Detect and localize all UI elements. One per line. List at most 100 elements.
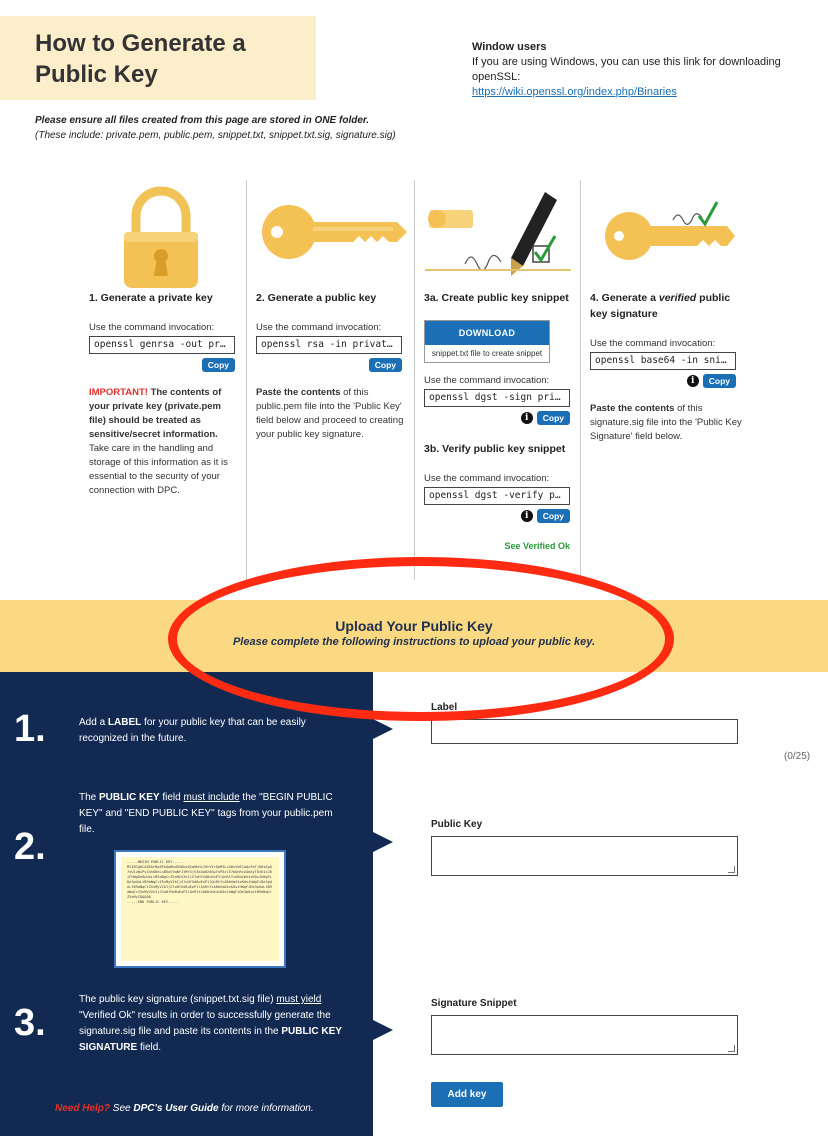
important-label: IMPORTANT! [89, 387, 148, 398]
signature-pen-icon [415, 180, 580, 290]
step-4-command-field[interactable]: openssl base64 -in snippet.txt.sig -out … [590, 352, 736, 370]
info-icon[interactable]: i [686, 375, 699, 387]
step-2-instructions: Paste the contents of this public.pem fi… [256, 386, 408, 442]
help-pre: See [112, 1103, 131, 1114]
step-4-title: 4. Generate a verified public key signat… [590, 290, 742, 322]
file-notice-line-2: (These include: private.pem, public.pem,… [35, 130, 396, 141]
verified-ok-note: See Verified Ok [504, 541, 570, 551]
info-icon[interactable]: i [520, 412, 533, 424]
step-1-column: 1. Generate a private key Use the comman… [80, 180, 246, 580]
pointer-arrow-1 [373, 719, 393, 739]
step-2-paste-bold: Paste the contents [256, 387, 341, 398]
step-2-column: 2. Generate a public key Use the command… [246, 180, 414, 580]
download-box: DOWNLOAD snippet.txt file to create snip… [424, 320, 550, 363]
label-char-counter: (0/25) [784, 751, 811, 762]
step-4-copy-row: i Copy [590, 374, 736, 388]
step-3-column: 3a. Create public key snippet DOWNLOAD s… [414, 180, 580, 580]
step-4-paste-bold: Paste the contents [590, 403, 675, 414]
step-2-copy-row: Copy [256, 358, 402, 372]
resize-handle-icon[interactable] [728, 866, 735, 873]
key-end-tag: -----END PUBLIC KEY----- [127, 900, 179, 904]
file-notice-line-1: Please ensure all files created from thi… [35, 115, 370, 126]
label-input[interactable] [431, 719, 738, 744]
step-4-cmd-label: Use the command invocation: [590, 338, 716, 349]
instruction-2-pre: The [79, 792, 97, 803]
key-body: MIIBCgKCAQEArNs0FkQwBbdGhDkeQ2aHkHcJ9tV5… [127, 865, 272, 899]
step-3b-copy-row: i Copy [424, 509, 570, 523]
page-title: How to Generate a Public Key [35, 28, 316, 90]
step-3b-copy-button[interactable]: Copy [536, 509, 570, 523]
upload-title: Upload Your Public Key [335, 618, 493, 634]
download-button[interactable]: DOWNLOAD [425, 321, 549, 345]
upload-banner: Upload Your Public Key Please complete t… [0, 600, 828, 672]
resize-handle-icon[interactable] [728, 1045, 735, 1052]
step-3b-title: 3b. Verify public key snippet [424, 443, 566, 455]
help-post: for more information. [221, 1103, 314, 1114]
upload-subtitle: Please complete the following instructio… [232, 636, 596, 648]
title-line-2: Public Key [35, 61, 158, 88]
instruction-1-pre: Add a [79, 717, 106, 728]
step-3a-cmd-label: Use the command invocation: [424, 375, 550, 386]
pointer-arrow-2 [373, 832, 393, 852]
help-note: Need Help? See DPC's User Guide for more… [55, 1103, 314, 1114]
public-key-example-image: -----BEGIN PUBLIC KEY----- MIIBCgKCAQEAr… [114, 850, 286, 968]
download-caption: snippet.txt file to create snippet [431, 349, 543, 358]
instructions-panel: 1. Add a LABEL for your public key that … [0, 672, 373, 1136]
instruction-3-post: field. [139, 1042, 162, 1053]
title-box: How to Generate a Public Key [0, 16, 316, 100]
user-guide-link[interactable]: DPC's User Guide [133, 1103, 218, 1114]
step-3a-title: 3a. Create public key snippet [424, 292, 569, 304]
step-1-title: 1. Generate a private key [89, 292, 213, 304]
need-help-label: Need Help? [55, 1103, 111, 1114]
instruction-1: Add a LABEL for your public key that can… [79, 715, 349, 747]
step-1-warning-text: Take care in the handling and storage of… [89, 443, 228, 496]
public-key-textarea[interactable] [431, 836, 738, 876]
step-3a-copy-button[interactable]: Copy [536, 411, 570, 425]
key-icon [247, 180, 414, 290]
add-key-button[interactable]: Add key [431, 1082, 503, 1107]
windows-text: If you are using Windows, you can use th… [472, 56, 781, 83]
instruction-3-pre: The public key signature (snippet.txt.si… [79, 994, 274, 1005]
step-1-cmd-label: Use the command invocation: [89, 322, 215, 333]
instruction-2-bold: PUBLIC KEY [99, 792, 160, 803]
instruction-2-underline: must include [183, 792, 240, 803]
info-icon[interactable]: i [520, 510, 533, 522]
step-2-copy-button[interactable]: Copy [368, 358, 402, 372]
step-2-title: 2. Generate a public key [256, 292, 377, 304]
step-4-column: 4. Generate a verified public key signat… [580, 180, 748, 580]
step-3b-command-field[interactable]: openssl dgst -verify public.pem -signatu… [424, 487, 570, 505]
signature-snippet-textarea[interactable] [431, 1015, 738, 1055]
instruction-3: The public key signature (snippet.txt.si… [79, 992, 349, 1056]
windows-heading: Window users [472, 41, 547, 53]
step-3a-copy-row: i Copy [424, 411, 570, 425]
step-1-warning: IMPORTANT! The contents of your private … [89, 386, 240, 498]
step-number-1: 1. [14, 708, 46, 750]
step-4-title-em: verified [658, 292, 697, 304]
instruction-3-underline: must yield [276, 994, 322, 1005]
signed-key-icon [581, 180, 748, 290]
title-line-1: How to Generate a [35, 30, 246, 57]
public-key-field-label: Public Key [431, 819, 483, 830]
step-2-command-field[interactable]: openssl rsa -in private.pem -pubout -out… [256, 336, 402, 354]
step-1-copy-row: Copy [89, 358, 235, 372]
step-4-copy-button[interactable]: Copy [702, 374, 736, 388]
step-2-cmd-label: Use the command invocation: [256, 322, 382, 333]
instruction-1-bold: LABEL [107, 717, 142, 728]
openssl-binaries-link[interactable]: https://wiki.openssl.org/index.php/Binar… [472, 86, 677, 98]
step-4-instructions: Paste the contents of this signature.sig… [590, 402, 742, 444]
step-4-title-pre: 4. Generate a [590, 292, 656, 304]
step-1-command-field[interactable]: openssl genrsa -out private.pem 2048 [89, 336, 235, 354]
step-number-3: 3. [14, 1002, 46, 1044]
pointer-arrow-3 [373, 1020, 393, 1040]
step-3b-cmd-label: Use the command invocation: [424, 473, 550, 484]
windows-note: Window users If you are using Windows, y… [472, 40, 828, 100]
steps-section: 1. Generate a private key Use the comman… [80, 180, 748, 580]
step-3a-command-field[interactable]: openssl dgst -sign private.pem -out snip… [424, 389, 570, 407]
instruction-2: The PUBLIC KEY field must include the "B… [79, 790, 349, 838]
signature-field-label: Signature Snippet [431, 998, 517, 1009]
instruction-2-mid: field [162, 792, 181, 803]
label-field-label: Label [431, 702, 458, 713]
step-1-copy-button[interactable]: Copy [201, 358, 235, 372]
step-number-2: 2. [14, 826, 46, 868]
padlock-icon [80, 180, 246, 290]
